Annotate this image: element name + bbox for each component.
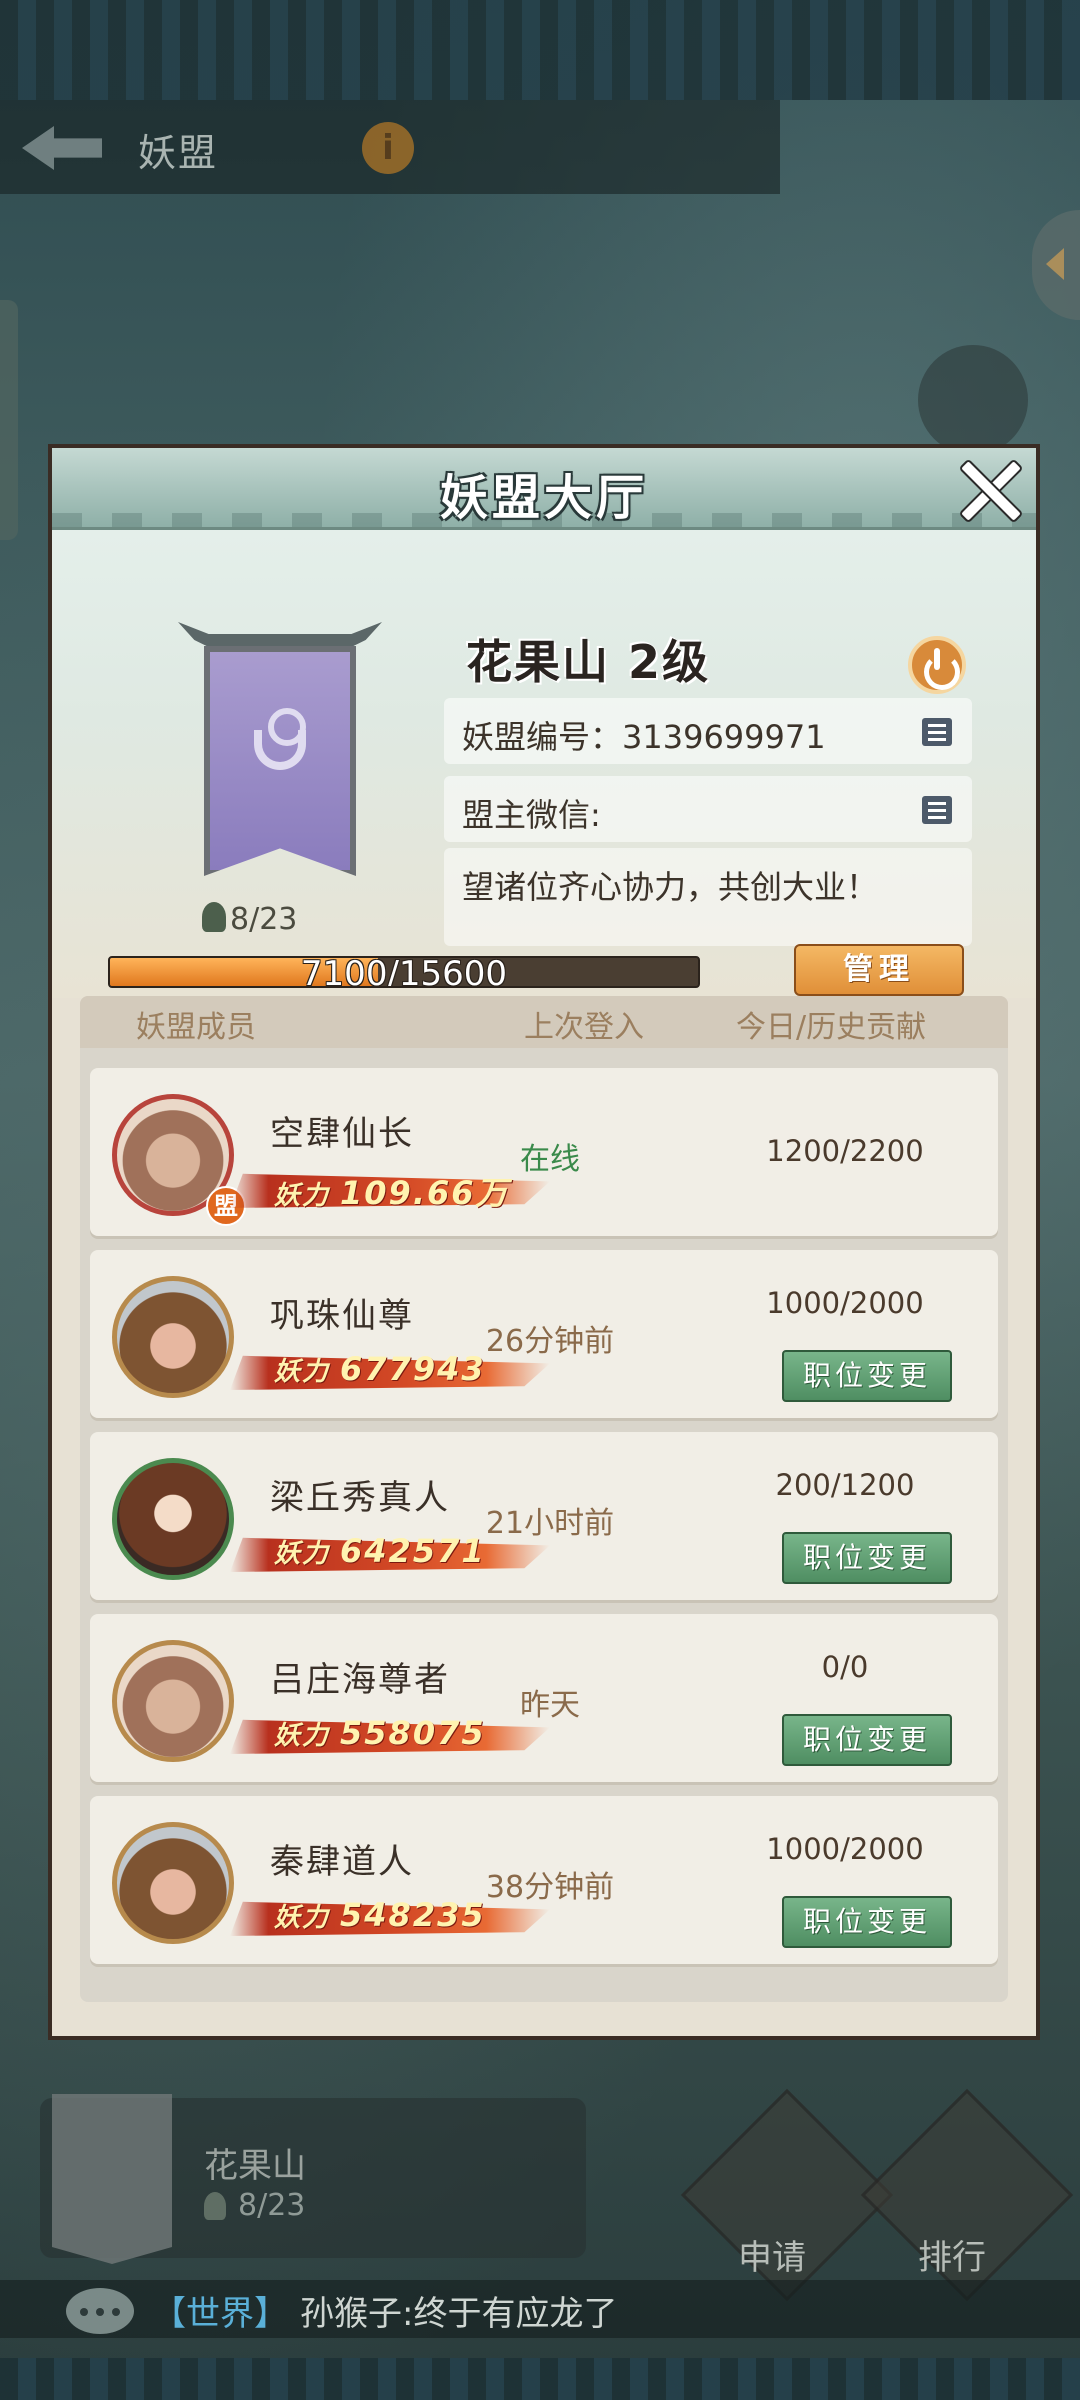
column-contribution: 今日/历史贡献 xyxy=(736,1010,927,1045)
member-name: 吕庄海尊者 xyxy=(270,1660,450,1700)
guild-hall-dialog: 妖盟大厅 8/23 花果山 2级 妖盟编号：3139699971 盟主微信: 望… xyxy=(48,444,1040,2040)
power-value: 109.66万 xyxy=(340,1174,510,1212)
member-row[interactable]: 吕庄海尊者 妖力 558075 昨天 0/0 职位变更 xyxy=(90,1614,998,1782)
guild-summary-card[interactable]: 花果山 8/23 xyxy=(40,2094,586,2264)
guild-summary-name: 花果山 xyxy=(204,2146,306,2186)
back-arrow-icon xyxy=(22,126,102,170)
dialog-header: 妖盟大厅 xyxy=(52,448,1036,530)
change-role-button[interactable]: 职位变更 xyxy=(782,1714,952,1766)
member-contribution: 1000/2000 xyxy=(766,1286,924,1320)
leader-wechat-label: 盟主微信: xyxy=(462,796,601,834)
dialog-title: 妖盟大厅 xyxy=(439,470,648,526)
avatar[interactable] xyxy=(112,1640,234,1762)
copy-icon[interactable] xyxy=(922,796,952,824)
column-members: 妖盟成员 xyxy=(136,1010,256,1045)
column-last-login: 上次登入 xyxy=(524,1010,644,1045)
apply-label: 申请 xyxy=(738,2238,806,2278)
avatar[interactable] xyxy=(112,1276,234,1398)
member-count: 8/23 xyxy=(230,902,298,937)
guild-id-field: 妖盟编号：3139699971 xyxy=(444,698,972,764)
member-name: 巩珠仙尊 xyxy=(270,1296,414,1336)
member-contribution: 0/0 xyxy=(821,1650,869,1684)
copy-icon[interactable] xyxy=(922,718,952,746)
left-side-tab[interactable] xyxy=(0,300,18,540)
member-login: 21小时前 xyxy=(485,1506,615,1541)
change-role-button[interactable]: 职位变更 xyxy=(782,1532,952,1584)
power-label: 妖力 xyxy=(274,1181,331,1211)
guild-id-label: 妖盟编号：3139699971 xyxy=(462,718,826,756)
guild-exp-text: 7100/15600 xyxy=(300,956,508,988)
close-icon[interactable] xyxy=(954,454,1024,524)
member-icon xyxy=(202,902,226,932)
screen-title: 妖盟 xyxy=(138,131,219,175)
member-row[interactable]: 巩珠仙尊 妖力 677943 26分钟前 1000/2000 职位变更 xyxy=(90,1250,998,1418)
member-contribution: 200/1200 xyxy=(775,1468,915,1502)
guild-name: 花果山 2级 xyxy=(466,635,711,689)
manage-button[interactable]: 管理 xyxy=(794,944,964,996)
member-login: 昨天 xyxy=(520,1688,580,1723)
member-icon xyxy=(204,2192,226,2220)
member-list-header: 妖盟成员 上次登入 今日/历史贡献 xyxy=(80,996,1008,1048)
member-name: 梁丘秀真人 xyxy=(270,1478,450,1518)
power-icon[interactable] xyxy=(908,636,966,694)
member-list: 妖盟成员 上次登入 今日/历史贡献 盟 空肆仙长 妖力 109.66万 在线 12… xyxy=(80,996,1008,2002)
member-login: 在线 xyxy=(520,1142,580,1177)
scroll-tool-icon[interactable] xyxy=(918,345,1028,455)
power-label: 妖力 xyxy=(274,1539,331,1569)
member-contribution: 1000/2000 xyxy=(766,1832,924,1866)
avatar[interactable] xyxy=(112,1822,234,1944)
guild-exp-bar: 7100/15600 xyxy=(108,956,700,988)
change-role-button[interactable]: 职位变更 xyxy=(782,1896,952,1948)
member-login: 38分钟前 xyxy=(485,1870,615,1905)
chat-message: 孙猴子:终于有应龙了 xyxy=(300,2294,618,2334)
back-button[interactable] xyxy=(22,118,108,178)
member-name: 秦肆道人 xyxy=(270,1842,414,1882)
guild-banner-icon xyxy=(52,2094,172,2264)
member-contribution: 1200/2200 xyxy=(766,1134,924,1168)
member-row[interactable]: 盟 空肆仙长 妖力 109.66万 在线 1200/2200 xyxy=(90,1068,998,1236)
guild-banner xyxy=(178,622,382,876)
power-label: 妖力 xyxy=(274,1357,331,1387)
avatar[interactable] xyxy=(112,1458,234,1580)
info-icon[interactable]: i xyxy=(362,122,414,174)
chat-channel: 【世界】 xyxy=(152,2294,288,2334)
member-row[interactable]: 梁丘秀真人 妖力 642571 21小时前 200/1200 职位变更 xyxy=(90,1432,998,1600)
bottom-pattern-strip xyxy=(0,2358,1080,2400)
rank-label: 排行 xyxy=(918,2238,986,2278)
power-label: 妖力 xyxy=(274,1903,331,1933)
top-pattern-strip xyxy=(0,0,1080,100)
guild-summary-count: 8/23 xyxy=(238,2188,306,2223)
change-role-button[interactable]: 职位变更 xyxy=(782,1350,952,1402)
member-login: 26分钟前 xyxy=(485,1324,615,1359)
member-name: 空肆仙长 xyxy=(270,1114,414,1154)
power-label: 妖力 xyxy=(274,1721,331,1751)
guild-notice-text: 望诸位齐心协力，共创大业！ xyxy=(462,868,879,906)
chat-bubble-icon[interactable] xyxy=(66,2288,134,2334)
member-row[interactable]: 秦肆道人 妖力 548235 38分钟前 1000/2000 职位变更 xyxy=(90,1796,998,1964)
leader-wechat-field: 盟主微信: xyxy=(444,776,972,842)
guild-notice: 望诸位齐心协力，共创大业！ xyxy=(444,848,972,946)
guild-info-panel: 8/23 花果山 2级 妖盟编号：3139699971 盟主微信: 望诸位齐心协… xyxy=(52,530,1036,998)
